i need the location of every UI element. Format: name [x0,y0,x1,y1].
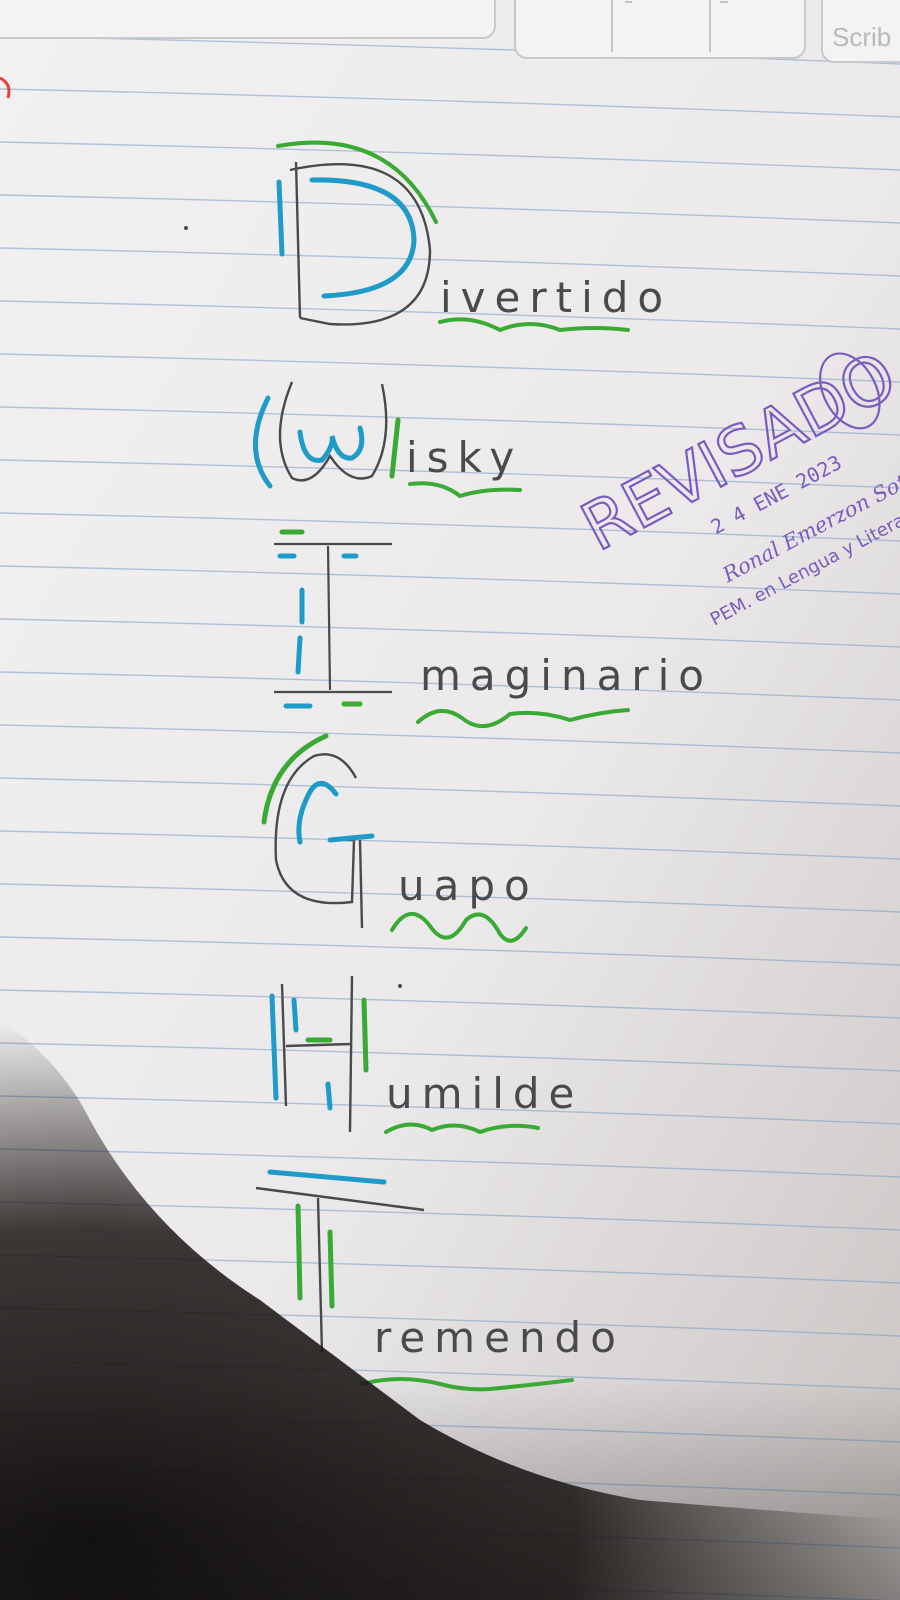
bottom-darkening [0,1380,900,1600]
notebook-photo: Scrib ivertido isky maginario uapo umild… [0,0,900,1600]
word-d-rest: ivertido [440,273,672,322]
letter-t-green-right [327,1229,335,1309]
letter-h-green-right [361,997,369,1073]
word-t-rest: remendo [374,1313,625,1362]
word-g-rest: uapo [398,861,539,910]
top-strip-box-ruler [514,0,806,59]
notebook-brand-label: Scrib [832,22,891,52]
letter-h-blue-inner [291,997,299,1033]
word-h-rest: umilde [386,1069,583,1118]
top-strip-box-left [0,0,496,39]
letter-i-blue-stem-b [295,635,303,675]
pencil-dot [184,226,188,230]
letter-t-green-left [295,1203,303,1301]
letter-d-blue-stroke [276,179,285,257]
letter-h-blue-inner-b [325,1081,333,1111]
word-i-rest: maginario [420,651,713,700]
pencil-dot [398,984,402,988]
word-w-rest: isky [406,433,523,482]
